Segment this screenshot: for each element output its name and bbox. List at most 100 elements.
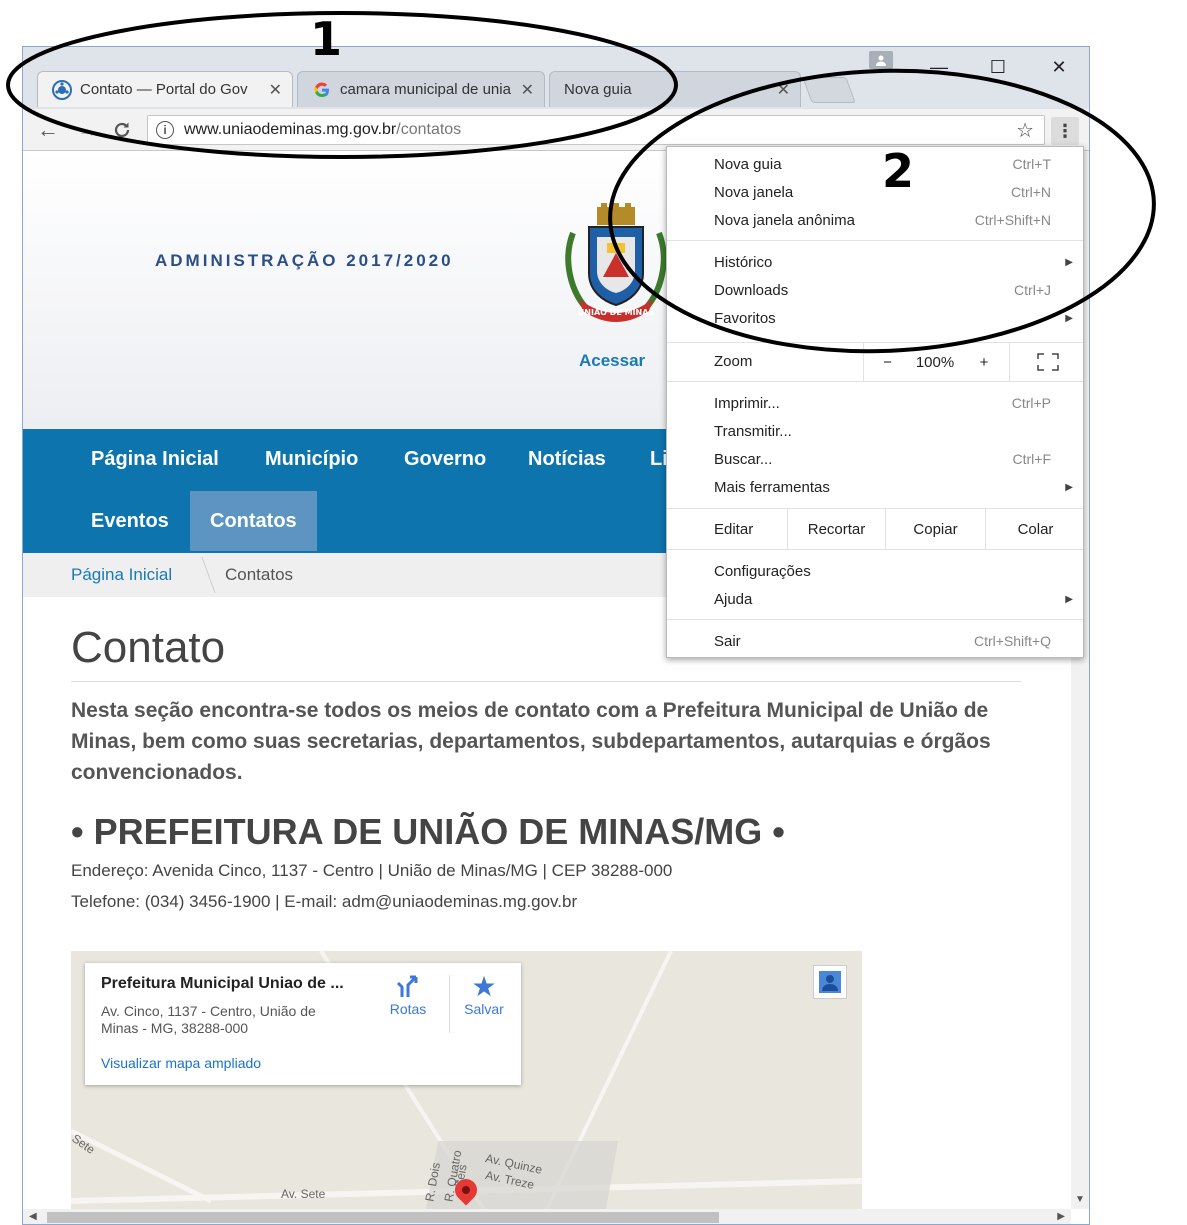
save-label: Salvar [464,1001,504,1017]
page-title: Contato [71,623,226,672]
cut-button[interactable]: Recortar [787,509,885,549]
kebab-menu-icon[interactable]: ⋮ [1051,117,1079,145]
minimize-button[interactable]: — [919,53,959,81]
tab-close-icon[interactable]: ✕ [521,80,534,100]
tab-nova-guia[interactable]: Nova guia ✕ [549,71,801,107]
scroll-left-arrow-icon[interactable]: ◀ [29,1211,37,1222]
back-arrow-icon[interactable]: ← [35,117,61,143]
scroll-right-arrow-icon[interactable]: ▶ [1057,1211,1065,1222]
zoom-label: Zoom [714,353,753,370]
place-card: Prefeitura Municipal Uniao de ... Av. Ci… [85,963,521,1085]
nav-municipio[interactable]: Município [245,429,378,489]
menu-shortcut: Ctrl+F [1012,451,1052,467]
tab-title: Nova guia [564,81,632,98]
menu-separator [667,381,1083,382]
menu-label: Nova janela anônima [714,211,855,229]
tab-close-icon[interactable]: ✕ [269,80,282,100]
menu-item-new-tab[interactable]: Nova guia Ctrl+T [667,150,1083,178]
nav-governo[interactable]: Governo [384,429,506,489]
menu-label: Ajuda [714,590,753,608]
google-favicon-icon [312,80,332,100]
maximize-button[interactable]: ☐ [978,53,1018,81]
site-favicon-icon [52,79,72,100]
nav-contatos[interactable]: Contatos [190,491,317,551]
profile-button[interactable] [869,51,893,69]
tab-title: Contato — Portal do Gov [80,81,248,98]
browser-toolbar: ← → i www.uniaodeminas.mg.gov.br/contato… [23,109,1089,151]
annotation-number-2: 2 [882,144,915,198]
submenu-arrow-icon: ▶ [1065,481,1073,493]
submenu-arrow-icon: ▶ [1065,256,1073,268]
horizontal-scrollbar[interactable]: ◀ ▶ [23,1209,1071,1224]
menu-item-downloads[interactable]: Downloads Ctrl+J [667,276,1083,304]
fullscreen-icon[interactable] [1009,343,1085,381]
menu-item-incognito[interactable]: Nova janela anônima Ctrl+Shift+N [667,206,1083,234]
nav-pagina-inicial[interactable]: Página Inicial [71,429,239,489]
menu-item-cast[interactable]: Transmitir... [667,417,1083,445]
menu-item-exit[interactable]: Sair Ctrl+Shift+Q [667,627,1083,655]
menu-item-print[interactable]: Imprimir... Ctrl+P [667,389,1083,417]
address-line: Endereço: Avenida Cinco, 1137 - Centro |… [71,861,673,880]
menu-shortcut: Ctrl+T [1012,156,1052,172]
tab-close-icon[interactable]: ✕ [777,80,790,100]
phone-email-line: Telefone: (034) 3456-1900 | E-mail: adm@… [71,892,578,911]
screenshot-stage: Contato — Portal do Gov ✕ camara municip… [0,0,1187,1225]
municipal-crest-logo: UNIÃO DE MINAS [561,203,671,327]
menu-shortcut: Ctrl+Shift+N [974,212,1051,228]
breadcrumb-current: Contatos [225,565,294,584]
edit-label: Editar [714,520,754,538]
acessar-link[interactable]: Acessar [579,351,645,371]
directions-icon [396,975,418,997]
forward-arrow-icon[interactable]: → [75,117,101,143]
nav-eventos[interactable]: Eventos [71,491,189,551]
menu-shortcut: Ctrl+N [1010,184,1051,200]
reload-icon[interactable] [109,117,135,143]
menu-label: Buscar... [714,450,773,468]
embedded-map[interactable]: Sete Av. Sete R. Dois R. Quatro Seis Av.… [71,951,862,1209]
save-place-button[interactable]: ★ Salvar [449,973,519,1018]
menu-separator [667,549,1083,550]
zoom-out-button[interactable]: − [863,343,911,381]
menu-separator [667,619,1083,620]
view-larger-map-link[interactable]: Visualizar mapa ampliado [101,1055,261,1071]
tab-contato[interactable]: Contato — Portal do Gov ✕ [37,71,293,107]
close-window-button[interactable]: ✕ [1039,53,1079,81]
menu-item-help[interactable]: Ajuda ▶ [667,585,1083,613]
scrollbar-thumb[interactable] [47,1212,719,1223]
url-host: www.uniaodeminas.mg.gov.br [184,121,397,138]
browser-main-menu: Nova guia Ctrl+T Nova janela Ctrl+N Nova j… [666,146,1084,658]
title-bar: Contato — Portal do Gov ✕ camara municip… [23,47,1089,109]
zoom-in-button[interactable]: + [959,343,1009,381]
submenu-arrow-icon: ▶ [1065,312,1073,324]
menu-item-bookmarks[interactable]: Favoritos ▶ [667,304,1083,332]
scroll-down-arrow-icon[interactable]: ▼ [1075,1194,1085,1205]
menu-item-settings[interactable]: Configurações [667,557,1083,585]
menu-item-new-window[interactable]: Nova janela Ctrl+N [667,178,1083,206]
menu-edit-row: Editar Recortar Copiar Colar [667,509,1083,549]
copy-button[interactable]: Copiar [885,509,985,549]
breadcrumb-home[interactable]: Página Inicial [71,565,172,585]
bookmark-star-icon[interactable]: ☆ [1016,118,1034,143]
menu-separator [667,240,1083,241]
url-path: /contatos [396,121,462,138]
directions-button[interactable]: Rotas [373,973,443,1017]
menu-item-history[interactable]: Histórico ▶ [667,248,1083,276]
annotation-number-1: 1 [310,12,343,66]
menu-item-more-tools[interactable]: Mais ferramentas ▶ [667,473,1083,501]
place-address: Av. Cinco, 1137 - Centro, União de Minas… [101,1003,316,1036]
menu-label: Transmitir... [714,422,792,440]
background-right [1090,150,1187,1225]
street-view-icon[interactable] [813,965,847,999]
paste-button[interactable]: Colar [985,509,1085,549]
menu-label: Sair [714,632,741,650]
menu-shortcut: Ctrl+J [1014,282,1051,298]
tab-camara-search[interactable]: camara municipal de unia ✕ [297,71,545,107]
menu-item-find[interactable]: Buscar... Ctrl+F [667,445,1083,473]
new-tab-button[interactable] [802,77,856,103]
info-icon[interactable]: i [156,121,174,139]
org-heading: • PREFEITURA DE UNIÃO DE MINAS/MG • [71,811,785,852]
menu-label: Downloads [714,281,789,299]
address-bar[interactable]: i www.uniaodeminas.mg.gov.br/contatos ☆ [147,115,1045,145]
directions-label: Rotas [389,1001,427,1017]
nav-noticias[interactable]: Notícias [508,429,626,489]
